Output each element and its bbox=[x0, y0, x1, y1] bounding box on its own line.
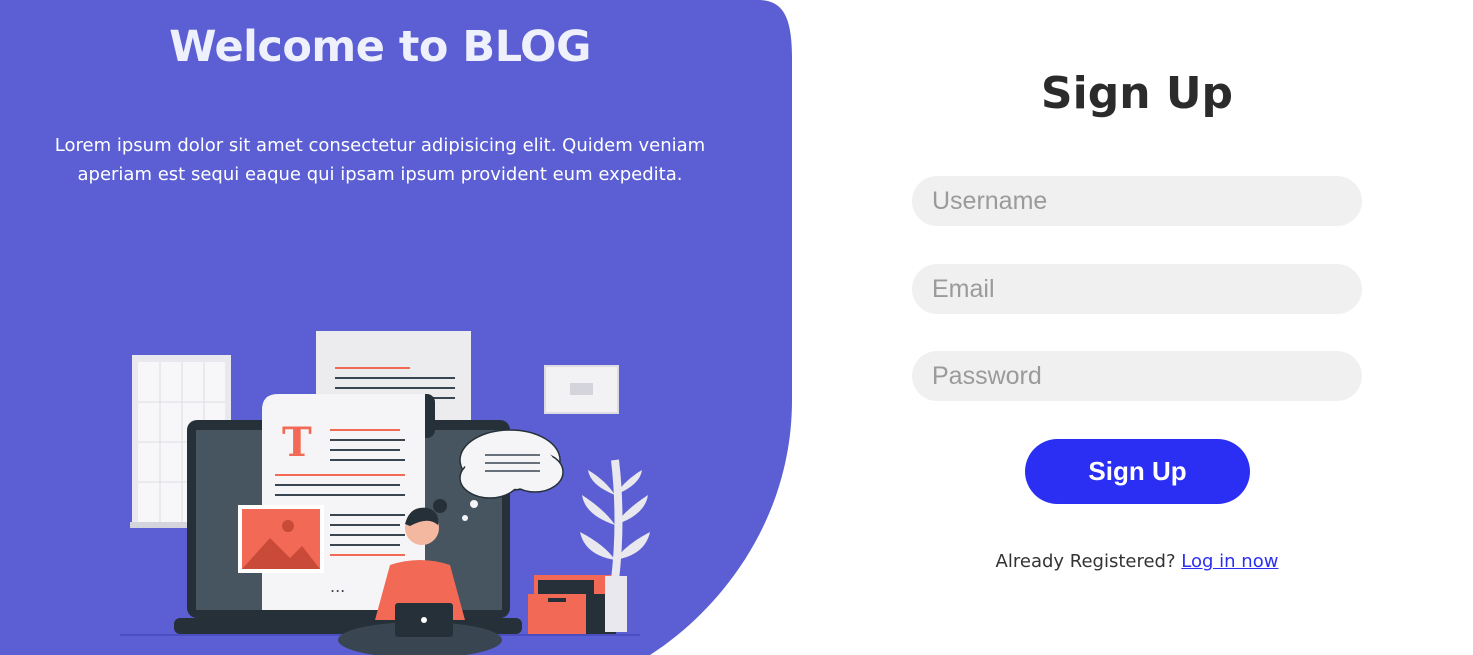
welcome-panel: Welcome to BLOG Lorem ipsum dolor sit am… bbox=[0, 0, 792, 655]
illustration-letter: T bbox=[282, 419, 312, 466]
login-prompt: Already Registered? Log in now bbox=[912, 551, 1362, 572]
blog-illustration: T ... bbox=[110, 320, 670, 655]
thought-bubble-graphic bbox=[460, 430, 563, 521]
image-card-graphic bbox=[238, 505, 324, 573]
illustration-ellipsis: ... bbox=[330, 577, 345, 596]
email-input[interactable] bbox=[912, 264, 1362, 314]
password-input[interactable] bbox=[912, 351, 1362, 401]
username-input[interactable] bbox=[912, 176, 1362, 226]
signup-title: Sign Up bbox=[1040, 68, 1234, 119]
welcome-title: Welcome to BLOG bbox=[169, 22, 591, 72]
signup-page: Welcome to BLOG Lorem ipsum dolor sit am… bbox=[0, 0, 1473, 655]
file-drawer-graphic bbox=[528, 575, 616, 634]
signup-button[interactable]: Sign Up bbox=[1025, 439, 1250, 504]
wall-frame-graphic bbox=[545, 366, 618, 413]
login-link[interactable]: Log in now bbox=[1181, 551, 1278, 572]
welcome-description: Lorem ipsum dolor sit amet consectetur a… bbox=[54, 135, 706, 185]
already-registered-text: Already Registered? bbox=[995, 551, 1176, 572]
